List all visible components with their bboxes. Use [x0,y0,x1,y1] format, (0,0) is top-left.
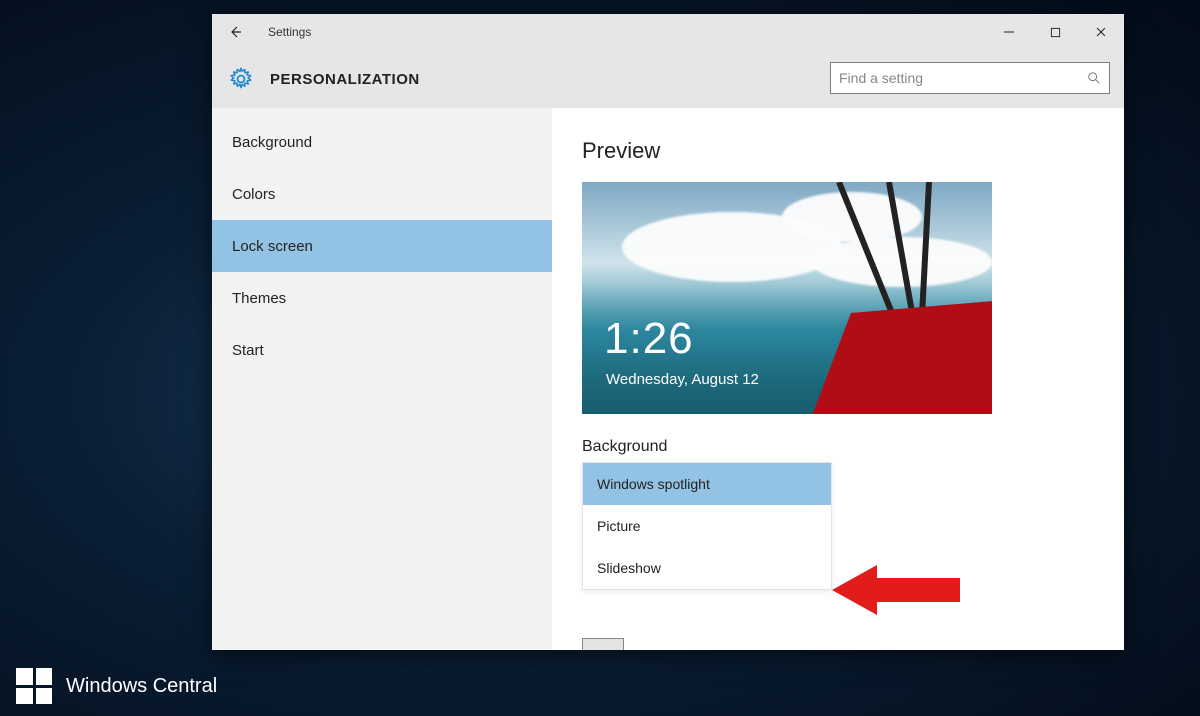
sidebar-item-background[interactable]: Background [212,116,552,168]
sidebar-item-label: Themes [232,290,286,307]
option-label: Picture [597,518,641,534]
sidebar-item-label: Start [232,342,264,359]
settings-window: Settings PERSONALIZATION [212,14,1124,650]
annotation-arrow-icon [832,562,962,618]
search-field[interactable] [830,62,1110,94]
truncated-button[interactable] [582,638,624,650]
search-input[interactable] [839,70,1087,86]
sidebar-item-colors[interactable]: Colors [212,168,552,220]
titlebar: Settings [212,14,1124,50]
body: Background Colors Lock screen Themes Sta… [212,108,1124,650]
background-dropdown[interactable]: Windows spotlight Picture Slideshow [582,462,832,590]
maximize-icon [1050,27,1061,38]
minimize-button[interactable] [986,14,1032,50]
subheader: PERSONALIZATION [212,50,1124,108]
dropdown-option-slideshow[interactable]: Slideshow [583,547,831,589]
background-label: Background [582,438,1124,456]
search-icon [1087,71,1101,85]
wing-decoration [806,296,992,414]
preview-date: Wednesday, August 12 [606,371,759,388]
lock-screen-preview[interactable]: 1:26 Wednesday, August 12 [582,182,992,414]
back-button[interactable] [212,14,258,50]
option-label: Windows spotlight [597,476,710,492]
window-title: Settings [268,25,311,39]
preview-time: 1:26 [604,314,694,364]
sidebar-item-label: Lock screen [232,238,313,255]
gear-icon [228,66,254,92]
content-pane: Preview 1:26 Wednesday, August 12 Backgr… [552,108,1124,650]
maximize-button[interactable] [1032,14,1078,50]
sidebar-item-themes[interactable]: Themes [212,272,552,324]
sidebar-item-lock-screen[interactable]: Lock screen [212,220,552,272]
minimize-icon [1003,26,1015,38]
sidebar-item-start[interactable]: Start [212,324,552,376]
windows-logo-icon [16,668,52,704]
dropdown-option-windows-spotlight[interactable]: Windows spotlight [583,463,831,505]
window-controls [986,14,1124,50]
arrow-left-icon [227,24,243,40]
watermark: Windows Central [16,668,217,704]
preview-heading: Preview [582,138,1124,164]
close-button[interactable] [1078,14,1124,50]
sidebar-item-label: Background [232,134,312,151]
section-title: PERSONALIZATION [270,71,420,88]
option-label: Slideshow [597,560,661,576]
sidebar: Background Colors Lock screen Themes Sta… [212,108,552,650]
dropdown-option-picture[interactable]: Picture [583,505,831,547]
close-icon [1095,26,1107,38]
sidebar-item-label: Colors [232,186,275,203]
watermark-text: Windows Central [66,675,217,698]
